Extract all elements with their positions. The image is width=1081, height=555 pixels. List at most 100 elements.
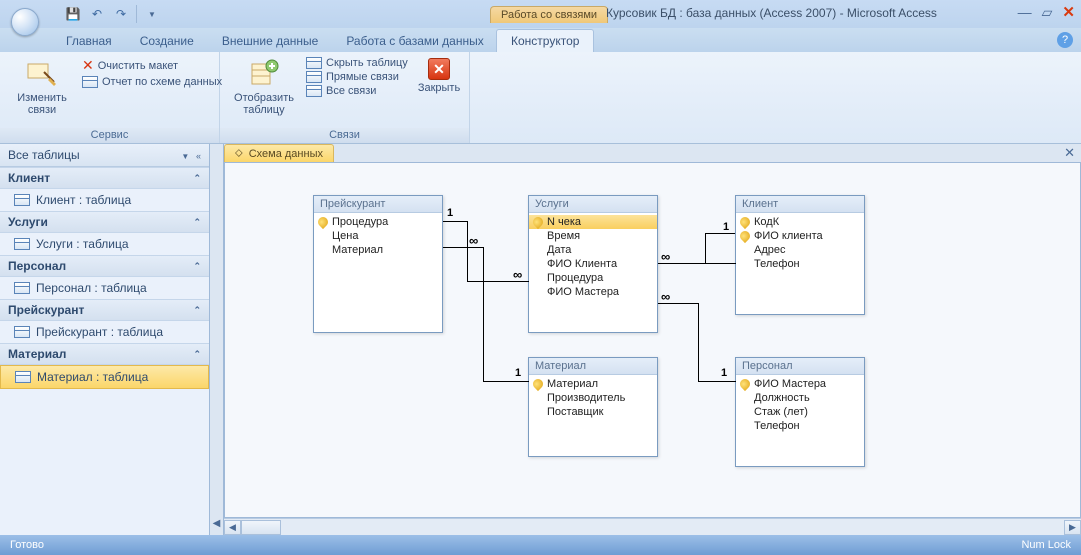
field-proizvoditel[interactable]: Производитель (529, 391, 657, 405)
field-telefon[interactable]: Телефон (736, 257, 864, 271)
field-telefon[interactable]: Телефон (736, 419, 864, 433)
tab-database-tools[interactable]: Работа с базами данных (332, 30, 497, 52)
scroll-right-button[interactable]: ▶ (1064, 520, 1081, 535)
document-close-button[interactable]: ✕ (1064, 145, 1075, 161)
field-fio-mastera[interactable]: ФИО Мастера (529, 285, 657, 299)
field-kodk[interactable]: КодК (736, 215, 864, 229)
horizontal-scrollbar[interactable]: ◀ ▶ (224, 518, 1081, 535)
nav-group-preiskurant[interactable]: Прейскурант⌃ (0, 299, 209, 321)
field-vremya[interactable]: Время (529, 229, 657, 243)
field-adres[interactable]: Адрес (736, 243, 864, 257)
close-button[interactable]: ✕ (1062, 3, 1075, 21)
nav-item-personal-table[interactable]: Персонал : таблица (0, 277, 209, 299)
help-icon[interactable]: ? (1057, 32, 1073, 48)
undo-icon[interactable]: ↶ (88, 5, 106, 23)
contextual-tab-caption: Работа со связями (490, 0, 608, 28)
entity-personal[interactable]: Персонал ФИО Мастера Должность Стаж (лет… (735, 357, 865, 467)
field-procedura[interactable]: Процедура (314, 215, 442, 229)
field-dolzhnost[interactable]: Должность (736, 391, 864, 405)
table-icon (14, 326, 30, 338)
scroll-left-button[interactable]: ◀ (224, 520, 241, 535)
qat-customize-icon[interactable]: ▼ (143, 5, 161, 23)
ribbon-tabs: Главная Создание Внешние данные Работа с… (0, 28, 1081, 52)
field-material[interactable]: Материал (529, 377, 657, 391)
document-tab-schema[interactable]: ⬦ Схема данных (224, 144, 334, 162)
close-label: Закрыть (418, 82, 460, 94)
field-data[interactable]: Дата (529, 243, 657, 257)
entity-header: Материал (529, 358, 657, 375)
nav-group-uslugi[interactable]: Услуги⌃ (0, 211, 209, 233)
table-icon (14, 194, 30, 206)
tab-external-data[interactable]: Внешние данные (208, 30, 333, 52)
table-icon (14, 238, 30, 250)
direct-rel-icon (306, 71, 322, 83)
field-fio-mastera[interactable]: ФИО Мастера (736, 377, 864, 391)
quick-access-toolbar: 💾 ↶ ↷ ▼ (64, 5, 161, 23)
maximize-button[interactable]: ▱ (1042, 4, 1053, 21)
all-rel-icon (306, 85, 322, 97)
entity-header: Услуги (529, 196, 657, 213)
tab-home[interactable]: Главная (52, 30, 126, 52)
entity-uslugi[interactable]: Услуги N чека Время Дата ФИО Клиента Про… (528, 195, 658, 333)
cardinality-one: 1 (721, 367, 727, 379)
cardinality-one: 1 (447, 207, 453, 219)
entity-header: Прейскурант (314, 196, 442, 213)
ribbon: Изменить связи ✕Очистить макет Отчет по … (0, 52, 1081, 144)
office-button[interactable] (0, 0, 42, 28)
field-postavshchik[interactable]: Поставщик (529, 405, 657, 419)
relationships-canvas[interactable]: Прейскурант Процедура Цена Материал Услу… (224, 162, 1081, 518)
title-bar: 💾 ↶ ↷ ▼ Работа со связями Курсовик БД : … (0, 0, 1081, 28)
cardinality-many: ∞ (661, 289, 668, 304)
entity-material[interactable]: Материал Материал Производитель Поставщи… (528, 357, 658, 457)
all-relationships-button[interactable]: Все связи (306, 84, 408, 98)
navigation-pane: Все таблицы ▼ « Клиент⌃ Клиент : таблица… (0, 144, 210, 535)
cardinality-many: ∞ (469, 233, 476, 248)
scroll-thumb[interactable] (241, 520, 281, 535)
group-service-label: Сервис (0, 128, 219, 143)
field-procedura[interactable]: Процедура (529, 271, 657, 285)
field-stazh[interactable]: Стаж (лет) (736, 405, 864, 419)
collapse-nav-icon[interactable]: « (196, 151, 201, 161)
show-table-button[interactable]: Отобразить таблицу (228, 56, 300, 118)
hide-table-icon (306, 57, 322, 69)
show-table-label: Отобразить таблицу (232, 92, 296, 116)
report-icon (82, 76, 98, 88)
tab-create[interactable]: Создание (126, 30, 208, 52)
nav-item-material-table[interactable]: Материал : таблица (0, 365, 209, 389)
hide-table-button[interactable]: Скрыть таблицу (306, 56, 408, 70)
nav-item-uslugi-table[interactable]: Услуги : таблица (0, 233, 209, 255)
cardinality-many: ∞ (513, 267, 520, 282)
table-icon (14, 282, 30, 294)
nav-item-klient-table[interactable]: Клиент : таблица (0, 189, 209, 211)
shutter-bar[interactable]: ◀ (210, 144, 224, 535)
minimize-button[interactable]: — (1018, 4, 1032, 20)
relationship-report-button[interactable]: Отчет по схеме данных (82, 75, 222, 89)
cardinality-many: ∞ (661, 249, 668, 264)
nav-group-material[interactable]: Материал⌃ (0, 343, 209, 365)
tab-design[interactable]: Конструктор (496, 29, 594, 52)
entity-preiskurant[interactable]: Прейскурант Процедура Цена Материал (313, 195, 443, 333)
field-fio-klienta[interactable]: ФИО клиента (736, 229, 864, 243)
relationships-icon: ⬦ (235, 147, 243, 160)
entity-header: Персонал (736, 358, 864, 375)
field-material[interactable]: Материал (314, 243, 442, 257)
nav-group-personal[interactable]: Персонал⌃ (0, 255, 209, 277)
status-numlock: Num Lock (1021, 539, 1071, 551)
field-n-cheka[interactable]: N чека (529, 215, 657, 229)
cardinality-one: 1 (723, 221, 729, 233)
direct-relationships-button[interactable]: Прямые связи (306, 70, 408, 84)
status-ready: Готово (10, 539, 44, 551)
field-fio-klienta[interactable]: ФИО Клиента (529, 257, 657, 271)
redo-icon[interactable]: ↷ (112, 5, 130, 23)
edit-relationships-button[interactable]: Изменить связи (8, 56, 76, 118)
table-icon (15, 371, 31, 383)
save-icon[interactable]: 💾 (64, 5, 82, 23)
nav-pane-header[interactable]: Все таблицы ▼ « (0, 144, 209, 167)
clear-layout-button[interactable]: ✕Очистить макет (82, 56, 222, 75)
field-tsena[interactable]: Цена (314, 229, 442, 243)
status-bar: Готово Num Lock (0, 535, 1081, 555)
nav-group-klient[interactable]: Клиент⌃ (0, 167, 209, 189)
entity-klient[interactable]: Клиент КодК ФИО клиента Адрес Телефон (735, 195, 865, 315)
nav-item-preiskurant-table[interactable]: Прейскурант : таблица (0, 321, 209, 343)
close-relationships-button[interactable]: ✕ Закрыть (414, 56, 464, 96)
